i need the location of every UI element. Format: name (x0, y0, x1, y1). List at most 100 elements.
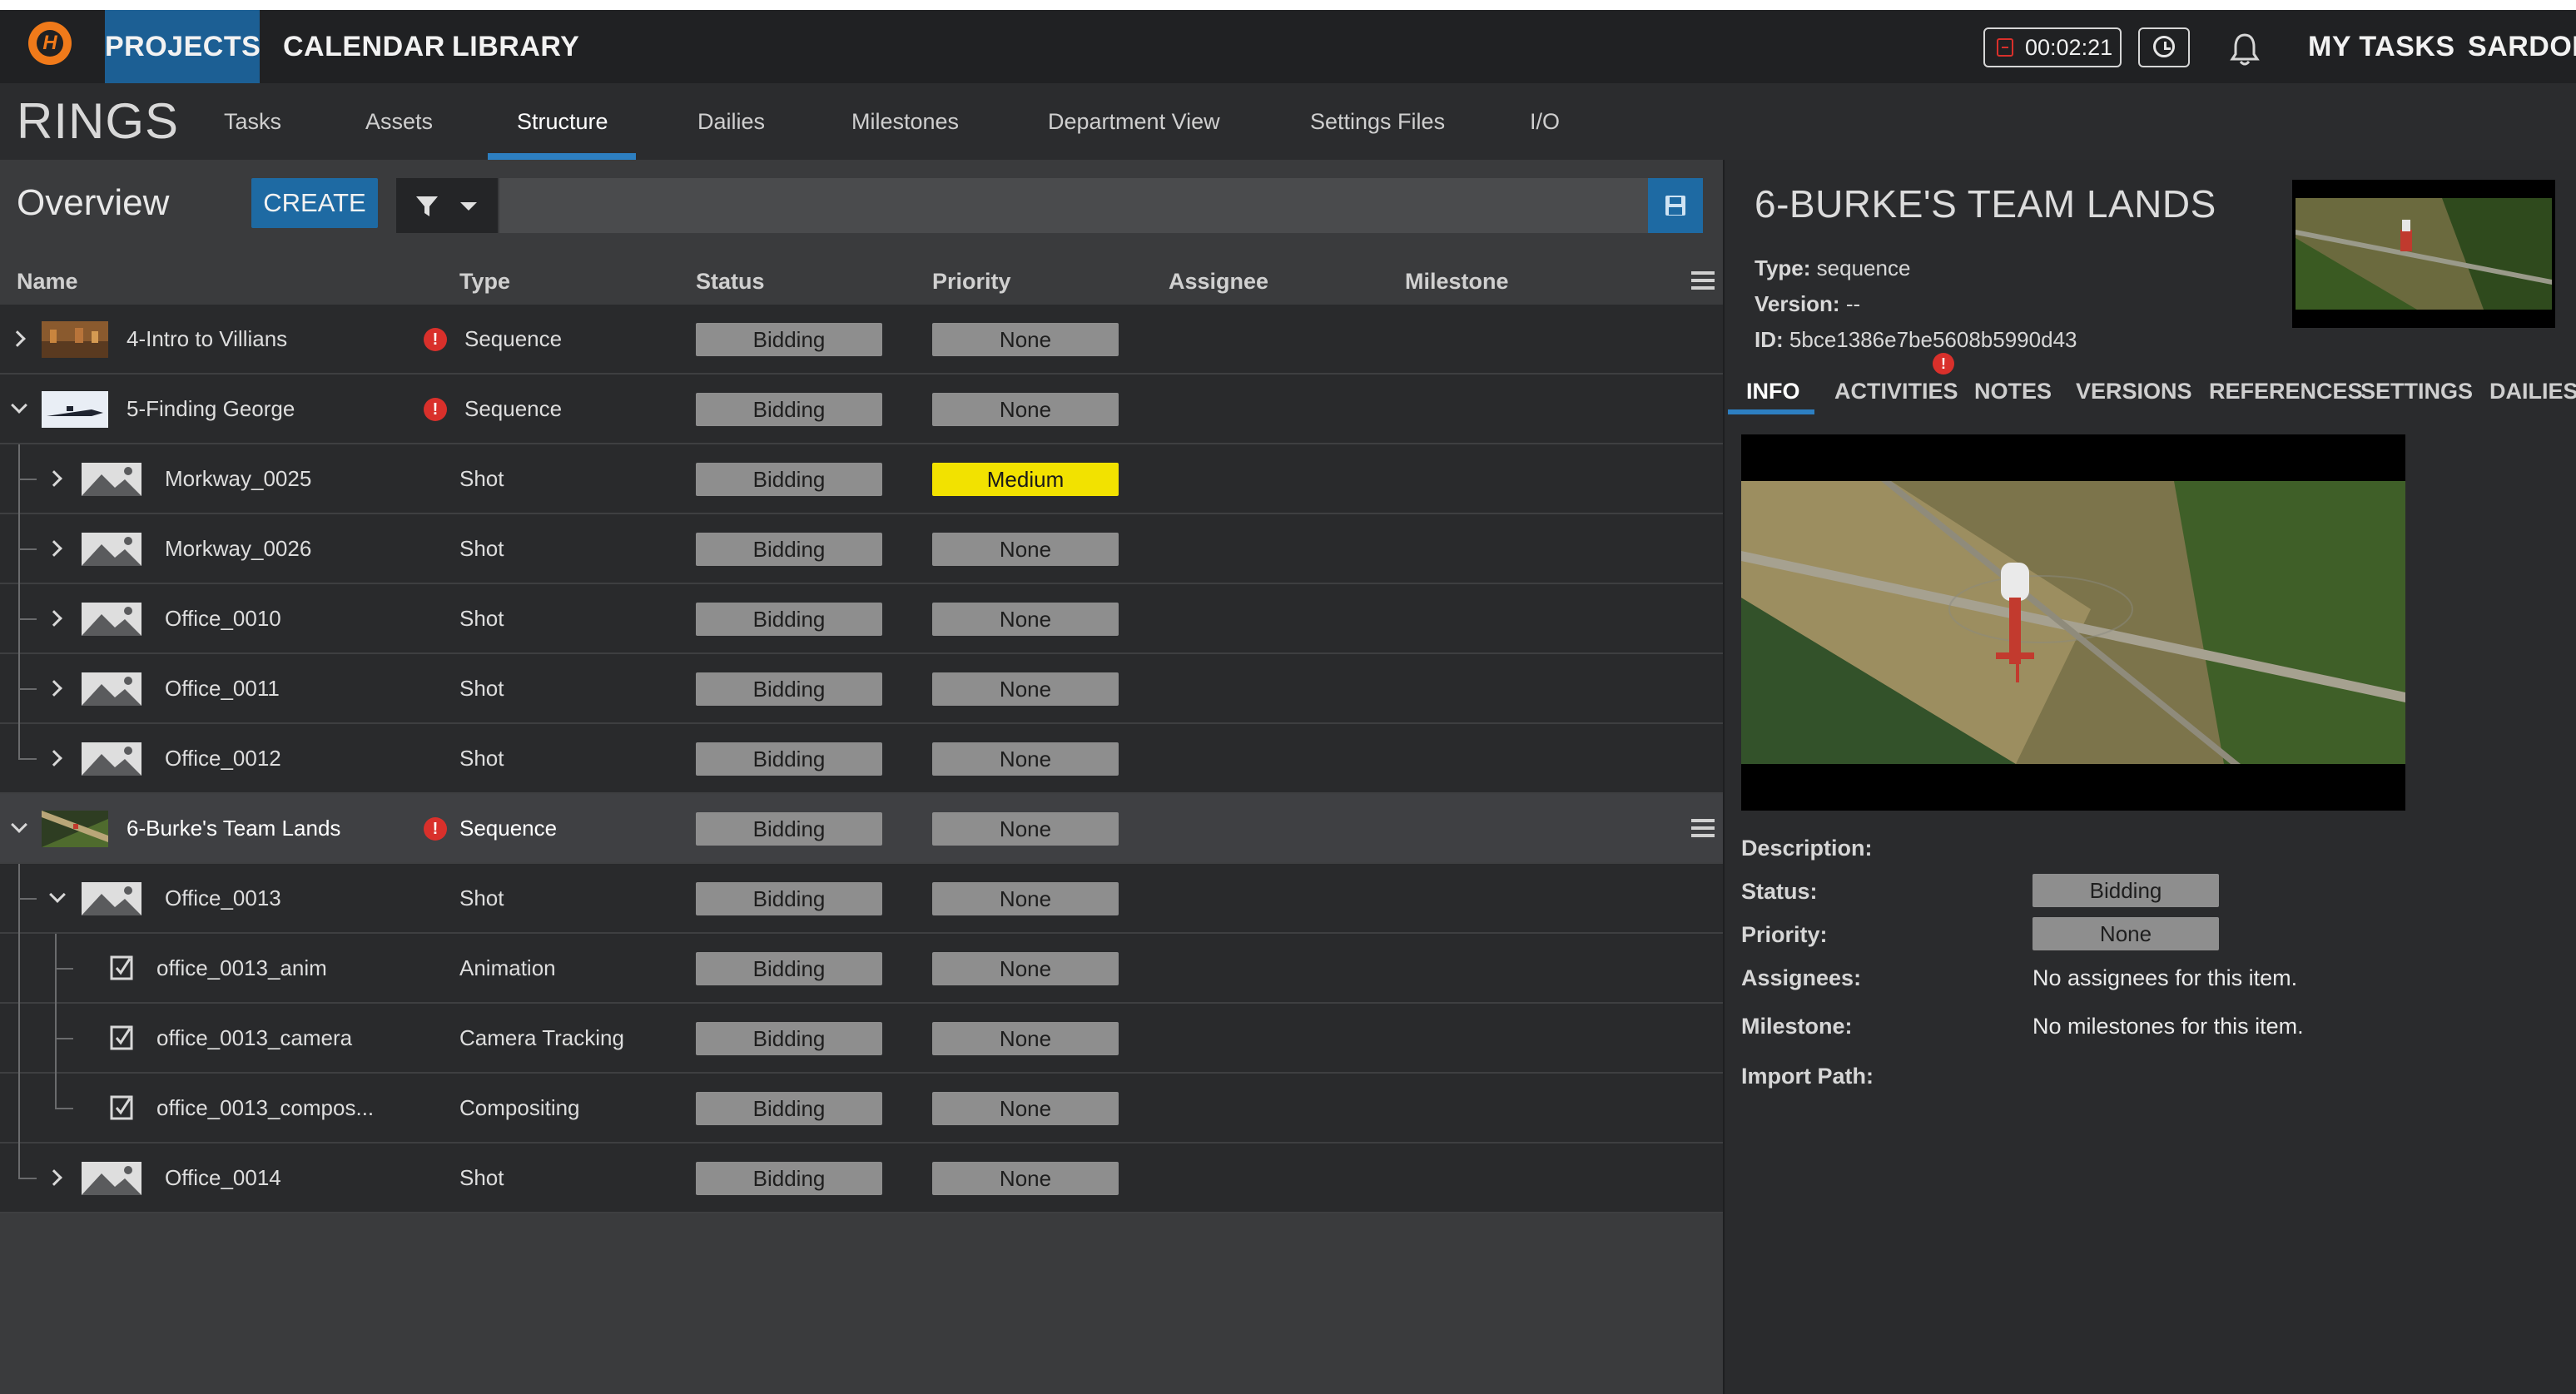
tab-info[interactable]: INFO (1746, 366, 1800, 416)
time-log-button[interactable] (2138, 27, 2190, 67)
expand-chevron-icon[interactable] (46, 750, 62, 766)
user-menu[interactable]: SARDOR (2468, 10, 2576, 83)
table-row-selected[interactable]: 6-Burke's Team Lands ! Sequence Bidding … (0, 794, 1723, 864)
priority-badge[interactable]: None (932, 1162, 1119, 1195)
status-badge[interactable]: Bidding (696, 1092, 882, 1125)
my-tasks-link[interactable]: MY TASKS (2308, 10, 2455, 83)
expand-chevron-icon[interactable] (46, 610, 62, 627)
nav-library[interactable]: LIBRARY (452, 10, 579, 83)
row-name[interactable]: Office_0014 (165, 1143, 281, 1212)
status-badge[interactable]: Bidding (696, 742, 882, 776)
app-logo[interactable]: H (28, 22, 72, 65)
column-header-name[interactable]: Name (17, 258, 78, 305)
tab-structure[interactable]: Structure (517, 83, 608, 160)
search-input[interactable] (499, 178, 1648, 233)
expand-chevron-icon[interactable] (46, 1169, 62, 1186)
tab-settings-files[interactable]: Settings Files (1310, 83, 1445, 160)
priority-badge[interactable]: None (932, 533, 1119, 566)
table-row[interactable]: 4-Intro to Villians ! Sequence Bidding N… (0, 305, 1723, 375)
status-badge[interactable]: Bidding (696, 323, 882, 356)
row-menu-icon[interactable] (1691, 819, 1715, 837)
expand-chevron-icon[interactable] (9, 330, 26, 347)
table-row[interactable]: Office_0013 Shot Bidding None (0, 864, 1723, 934)
column-header-status[interactable]: Status (696, 258, 765, 305)
row-name[interactable]: 6-Burke's Team Lands (127, 794, 340, 862)
collapse-chevron-icon[interactable] (11, 397, 27, 414)
row-name[interactable]: Office_0010 (165, 584, 281, 652)
save-view-button[interactable] (1648, 178, 1703, 233)
status-badge[interactable]: Bidding (696, 952, 882, 985)
tab-dailies-detail[interactable]: DAILIES (2489, 366, 2576, 416)
priority-value-badge[interactable]: None (2033, 917, 2219, 950)
status-badge[interactable]: Bidding (696, 393, 882, 426)
priority-badge[interactable]: None (932, 323, 1119, 356)
row-name[interactable]: Morkway_0026 (165, 514, 311, 583)
create-button[interactable]: CREATE (251, 178, 378, 228)
tab-notes[interactable]: NOTES (1974, 366, 2052, 416)
priority-badge[interactable]: None (932, 603, 1119, 636)
table-row[interactable]: Office_0011 Shot Bidding None (0, 654, 1723, 724)
preview-image[interactable] (1741, 434, 2405, 811)
row-name[interactable]: Morkway_0025 (165, 444, 311, 513)
column-header-type[interactable]: Type (459, 258, 510, 305)
tab-io[interactable]: I/O (1530, 83, 1560, 160)
status-badge[interactable]: Bidding (696, 603, 882, 636)
priority-badge[interactable]: None (932, 742, 1119, 776)
collapse-chevron-icon[interactable] (11, 816, 27, 833)
expand-chevron-icon[interactable] (46, 470, 62, 487)
row-name[interactable]: office_0013_anim (156, 934, 327, 1002)
collapse-chevron-icon[interactable] (49, 886, 66, 903)
priority-badge[interactable]: None (932, 952, 1119, 985)
columns-menu-icon[interactable] (1691, 271, 1715, 290)
tab-department-view[interactable]: Department View (1048, 83, 1220, 160)
expand-chevron-icon[interactable] (46, 540, 62, 557)
table-row[interactable]: office_0013_camera Camera Tracking Biddi… (0, 1004, 1723, 1074)
table-row[interactable]: office_0013_compos... Compositing Biddin… (0, 1074, 1723, 1143)
row-name[interactable]: 4-Intro to Villians (127, 305, 287, 373)
priority-badge[interactable]: None (932, 1092, 1119, 1125)
nav-calendar[interactable]: CALENDAR (283, 10, 445, 83)
status-badge[interactable]: Bidding (696, 812, 882, 846)
row-name[interactable]: office_0013_camera (156, 1004, 352, 1072)
timer-widget[interactable]: 00:02:21 (1983, 27, 2122, 67)
priority-badge[interactable]: None (932, 393, 1119, 426)
row-name[interactable]: Office_0011 (165, 654, 280, 722)
tab-assets[interactable]: Assets (365, 83, 433, 160)
row-name[interactable]: Office_0012 (165, 724, 281, 792)
tab-dailies[interactable]: Dailies (697, 83, 765, 160)
status-badge[interactable]: Bidding (696, 882, 882, 915)
notifications-bell-icon[interactable] (2229, 32, 2261, 67)
status-badge[interactable]: Bidding (696, 463, 882, 496)
status-badge[interactable]: Bidding (696, 533, 882, 566)
status-badge[interactable]: Bidding (696, 1162, 882, 1195)
status-badge[interactable]: Bidding (696, 1022, 882, 1055)
column-header-assignee[interactable]: Assignee (1169, 258, 1268, 305)
row-name[interactable]: 5-Finding George (127, 375, 295, 443)
expand-chevron-icon[interactable] (46, 680, 62, 697)
priority-badge[interactable]: Medium (932, 463, 1119, 496)
table-row[interactable]: Office_0014 Shot Bidding None (0, 1143, 1723, 1213)
table-row[interactable]: Morkway_0026 Shot Bidding None (0, 514, 1723, 584)
table-row[interactable]: office_0013_anim Animation Bidding None (0, 934, 1723, 1004)
nav-projects[interactable]: PROJECTS (105, 10, 261, 83)
table-row[interactable]: Morkway_0025 Shot Bidding Medium (0, 444, 1723, 514)
filter-button[interactable] (396, 178, 498, 233)
row-name[interactable]: office_0013_compos... (156, 1074, 374, 1142)
status-badge[interactable]: Bidding (696, 672, 882, 706)
tab-milestones[interactable]: Milestones (851, 83, 959, 160)
priority-badge[interactable]: None (932, 812, 1119, 846)
detail-thumbnail[interactable] (2292, 180, 2555, 328)
priority-badge[interactable]: None (932, 882, 1119, 915)
row-name[interactable]: Office_0013 (165, 864, 281, 932)
tab-references[interactable]: REFERENCES (2209, 366, 2363, 416)
tab-versions[interactable]: VERSIONS (2076, 366, 2192, 416)
table-row[interactable]: Office_0010 Shot Bidding None (0, 584, 1723, 654)
table-row[interactable]: 5-Finding George ! Sequence Bidding None (0, 375, 1723, 444)
priority-badge[interactable]: None (932, 1022, 1119, 1055)
tab-settings[interactable]: SETTINGS (2360, 366, 2473, 416)
tab-tasks[interactable]: Tasks (224, 83, 281, 160)
column-header-milestone[interactable]: Milestone (1405, 258, 1509, 305)
status-value-badge[interactable]: Bidding (2033, 874, 2219, 907)
column-header-priority[interactable]: Priority (932, 258, 1011, 305)
priority-badge[interactable]: None (932, 672, 1119, 706)
